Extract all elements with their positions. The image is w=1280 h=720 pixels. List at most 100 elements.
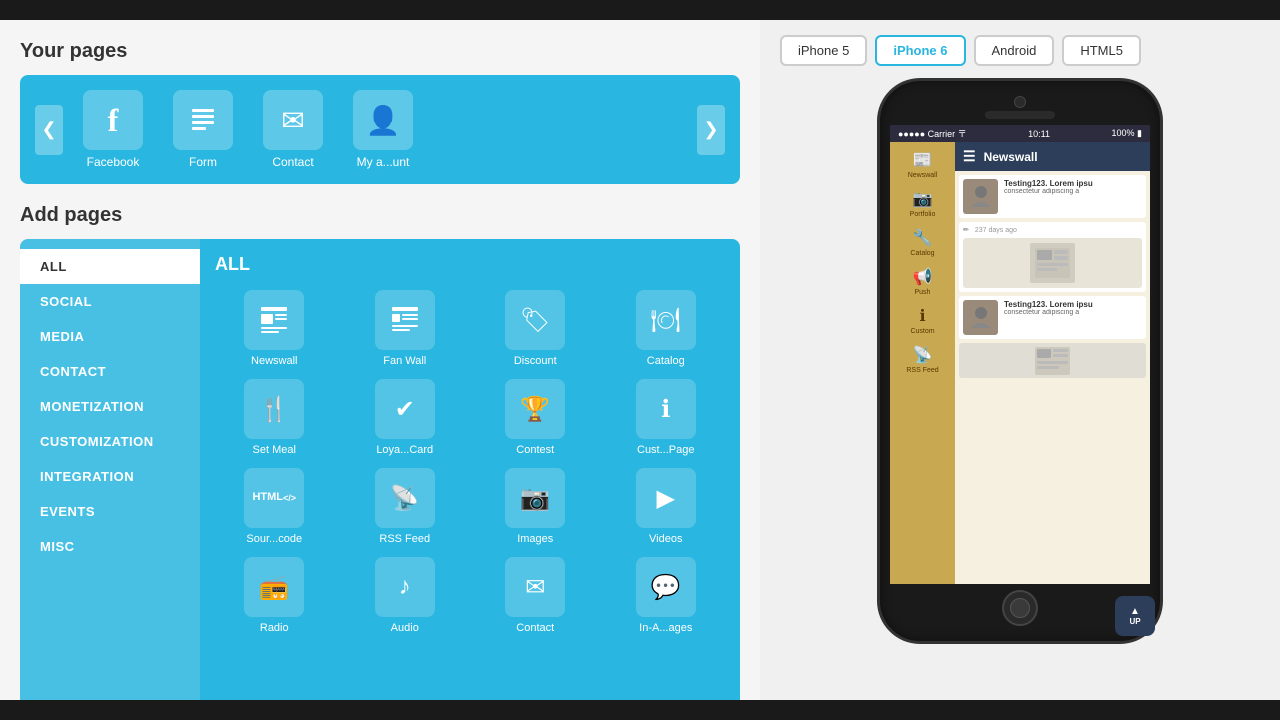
setmeal-icon: 🍴 bbox=[244, 379, 304, 439]
home-btn-inner bbox=[1010, 598, 1030, 618]
items-grid: Newswall bbox=[215, 290, 725, 634]
sourcecode-label: Sour...code bbox=[246, 533, 302, 545]
category-integration[interactable]: INTEGRATION bbox=[20, 459, 200, 494]
phone-camera bbox=[1014, 96, 1026, 108]
grid-contest[interactable]: 🏆 Contest bbox=[476, 379, 595, 456]
phone-content-area: Testing123. Lorem ipsu consectetur adipi… bbox=[955, 171, 1150, 584]
news-image-card bbox=[963, 238, 1142, 288]
grid-radio[interactable]: 📻 Radio bbox=[215, 557, 334, 634]
images-label: Images bbox=[517, 533, 553, 545]
news-text-1: Testing123. Lorem ipsu consectetur adipi… bbox=[1004, 179, 1142, 214]
iphone6-btn[interactable]: iPhone 6 bbox=[875, 35, 965, 66]
page-account[interactable]: 👤 My a...unt bbox=[343, 90, 423, 169]
news-item-1[interactable]: Testing123. Lorem ipsu consectetur adipi… bbox=[959, 175, 1146, 218]
sidebar-newswall[interactable]: 📰 Newswall bbox=[908, 150, 938, 179]
radio-label: Radio bbox=[260, 622, 289, 634]
newswall-icon bbox=[244, 290, 304, 350]
phone-speaker bbox=[985, 111, 1055, 119]
sidebar-newswall-label: Newswall bbox=[908, 172, 938, 179]
add-pages-container: ALL SOCIAL MEDIA CONTACT MONETIZATION CU… bbox=[20, 239, 740, 700]
items-section-title: ALL bbox=[215, 254, 725, 275]
grid-audio[interactable]: ♪ Audio bbox=[346, 557, 465, 634]
category-social[interactable]: SOCIAL bbox=[20, 284, 200, 319]
grid-custpage[interactable]: ℹ Cust...Page bbox=[607, 379, 726, 456]
pages-prev-btn[interactable]: ❮ bbox=[35, 105, 63, 155]
contest-label: Contest bbox=[516, 444, 554, 456]
rssfeed-icon: 📡 bbox=[375, 468, 435, 528]
custpage-icon: ℹ bbox=[636, 379, 696, 439]
phone-battery: 100% ▮ bbox=[1112, 128, 1142, 139]
grid-discount[interactable]: 🏷 Discount bbox=[476, 290, 595, 367]
audio-icon: ♪ bbox=[375, 557, 435, 617]
right-panel: iPhone 5 iPhone 6 Android HTML5 ●●●●● Ca… bbox=[760, 20, 1280, 700]
phone-main-content: ☰ Newswall Testing123 bbox=[955, 142, 1150, 584]
up-button[interactable]: ▲ UP bbox=[1115, 596, 1155, 636]
phone-sidebar: 📰 Newswall 📷 Portfolio 🔧 Catalog bbox=[890, 142, 955, 584]
phone-header-title: Newswall bbox=[984, 150, 1038, 164]
catalog-label: Catalog bbox=[647, 355, 685, 367]
news-item-2[interactable]: Testing123. Lorem ipsu consectetur adipi… bbox=[959, 296, 1146, 339]
category-all[interactable]: ALL bbox=[20, 249, 200, 284]
sidebar-catalog[interactable]: 🔧 Catalog bbox=[910, 228, 934, 257]
news-desc-1: consectetur adipiscing a bbox=[1004, 188, 1142, 195]
account-icon: 👤 bbox=[353, 90, 413, 150]
sidebar-push-label: Push bbox=[915, 289, 931, 296]
facebook-icon: f bbox=[83, 90, 143, 150]
images-icon: 📷 bbox=[505, 468, 565, 528]
news-date-row: ✏ 237 days ago bbox=[963, 226, 1142, 234]
category-media[interactable]: MEDIA bbox=[20, 319, 200, 354]
sidebar-rss-label: RSS Feed bbox=[906, 367, 938, 374]
pages-next-btn[interactable]: ❯ bbox=[697, 105, 725, 155]
loyaltycard-icon: ✔ bbox=[375, 379, 435, 439]
sidebar-custom[interactable]: ℹ Custom bbox=[910, 306, 934, 335]
sidebar-rss[interactable]: 📡 RSS Feed bbox=[906, 345, 938, 374]
android-btn[interactable]: Android bbox=[974, 35, 1055, 66]
sidebar-portfolio[interactable]: 📷 Portfolio bbox=[910, 189, 936, 218]
grid-rssfeed[interactable]: 📡 RSS Feed bbox=[346, 468, 465, 545]
page-facebook[interactable]: f Facebook bbox=[73, 90, 153, 169]
phone-home-btn[interactable] bbox=[1002, 590, 1038, 626]
custpage-label: Cust...Page bbox=[637, 444, 694, 456]
page-contact[interactable]: ✉ Contact bbox=[253, 90, 333, 169]
grid-catalog[interactable]: 🍽 Catalog bbox=[607, 290, 726, 367]
audio-label: Audio bbox=[391, 622, 419, 634]
your-pages-title: Your pages bbox=[20, 40, 740, 63]
grid-loyaltycard[interactable]: ✔ Loya...Card bbox=[346, 379, 465, 456]
category-customization[interactable]: CUSTOMIZATION bbox=[20, 424, 200, 459]
contact2-icon: ✉ bbox=[505, 557, 565, 617]
iphone5-btn[interactable]: iPhone 5 bbox=[780, 35, 867, 66]
category-misc[interactable]: MISC bbox=[20, 529, 200, 564]
up-label: UP bbox=[1129, 617, 1140, 626]
phone-screen: 📰 Newswall 📷 Portfolio 🔧 Catalog bbox=[890, 142, 1150, 584]
news-edit-icon: ✏ bbox=[963, 226, 969, 234]
grid-fanwall[interactable]: Fan Wall bbox=[346, 290, 465, 367]
grid-inappages[interactable]: 💬 In-A...ages bbox=[607, 557, 726, 634]
category-monetization[interactable]: MONETIZATION bbox=[20, 389, 200, 424]
discount-icon: 🏷 bbox=[505, 290, 565, 350]
grid-newswall[interactable]: Newswall bbox=[215, 290, 334, 367]
grid-sourcecode[interactable]: HTML</> Sour...code bbox=[215, 468, 334, 545]
sidebar-catalog-label: Catalog bbox=[910, 250, 934, 257]
device-selector: iPhone 5 iPhone 6 Android HTML5 bbox=[780, 35, 1141, 66]
page-account-label: My a...unt bbox=[357, 155, 410, 169]
grid-videos[interactable]: ▶ Videos bbox=[607, 468, 726, 545]
page-form[interactable]: Form bbox=[163, 90, 243, 169]
up-arrow-icon: ▲ bbox=[1130, 606, 1140, 617]
grid-contact2[interactable]: ✉ Contact bbox=[476, 557, 595, 634]
grid-setmeal[interactable]: 🍴 Set Meal bbox=[215, 379, 334, 456]
phone-time: 10:11 bbox=[1028, 129, 1050, 139]
category-events[interactable]: EVENTS bbox=[20, 494, 200, 529]
category-contact[interactable]: CONTACT bbox=[20, 354, 200, 389]
page-contact-label: Contact bbox=[272, 155, 313, 169]
html5-btn[interactable]: HTML5 bbox=[1062, 35, 1141, 66]
rssfeed-label: RSS Feed bbox=[379, 533, 430, 545]
page-form-label: Form bbox=[189, 155, 217, 169]
news-image-placeholder bbox=[1030, 243, 1075, 283]
radio-icon: 📻 bbox=[244, 557, 304, 617]
news-image-card-wrapper: ✏ 237 days ago bbox=[959, 222, 1146, 292]
contact-icon: ✉ bbox=[263, 90, 323, 150]
loyaltycard-label: Loya...Card bbox=[376, 444, 433, 456]
phone-header: ☰ Newswall bbox=[955, 142, 1150, 171]
sidebar-push[interactable]: 📢 Push bbox=[913, 267, 933, 296]
grid-images[interactable]: 📷 Images bbox=[476, 468, 595, 545]
